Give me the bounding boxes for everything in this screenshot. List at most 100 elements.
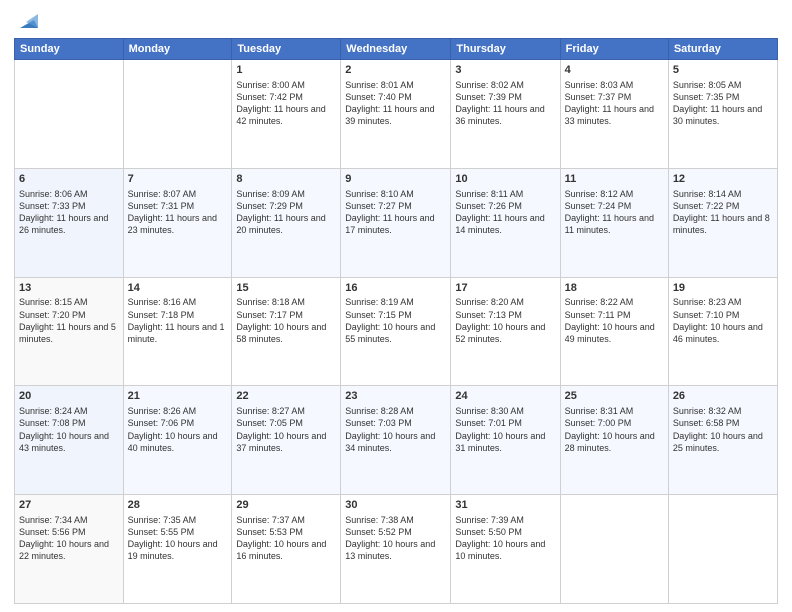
calendar-cell: 19Sunrise: 8:23 AMSunset: 7:10 PMDayligh… [668, 277, 777, 386]
day-number: 2 [345, 63, 446, 78]
calendar-header-tuesday: Tuesday [232, 39, 341, 60]
calendar-cell: 15Sunrise: 8:18 AMSunset: 7:17 PMDayligh… [232, 277, 341, 386]
calendar-cell: 20Sunrise: 8:24 AMSunset: 7:08 PMDayligh… [15, 386, 124, 495]
day-number: 10 [455, 172, 555, 187]
calendar-header-saturday: Saturday [668, 39, 777, 60]
day-info: Sunrise: 8:16 AMSunset: 7:18 PMDaylight:… [128, 296, 228, 345]
day-number: 29 [236, 498, 336, 513]
calendar-cell: 1Sunrise: 8:00 AMSunset: 7:42 PMDaylight… [232, 60, 341, 169]
day-number: 3 [455, 63, 555, 78]
calendar-cell: 6Sunrise: 8:06 AMSunset: 7:33 PMDaylight… [15, 168, 124, 277]
calendar-week-3: 13Sunrise: 8:15 AMSunset: 7:20 PMDayligh… [15, 277, 778, 386]
day-info: Sunrise: 8:15 AMSunset: 7:20 PMDaylight:… [19, 296, 119, 345]
day-info: Sunrise: 8:18 AMSunset: 7:17 PMDaylight:… [236, 296, 336, 345]
calendar-cell: 5Sunrise: 8:05 AMSunset: 7:35 PMDaylight… [668, 60, 777, 169]
day-number: 8 [236, 172, 336, 187]
day-number: 24 [455, 389, 555, 404]
day-info: Sunrise: 7:39 AMSunset: 5:50 PMDaylight:… [455, 514, 555, 563]
day-info: Sunrise: 8:02 AMSunset: 7:39 PMDaylight:… [455, 79, 555, 128]
day-number: 19 [673, 281, 773, 296]
calendar-cell: 26Sunrise: 8:32 AMSunset: 6:58 PMDayligh… [668, 386, 777, 495]
calendar-cell: 9Sunrise: 8:10 AMSunset: 7:27 PMDaylight… [341, 168, 451, 277]
day-info: Sunrise: 7:35 AMSunset: 5:55 PMDaylight:… [128, 514, 228, 563]
day-info: Sunrise: 8:23 AMSunset: 7:10 PMDaylight:… [673, 296, 773, 345]
calendar-header-friday: Friday [560, 39, 668, 60]
calendar-cell: 29Sunrise: 7:37 AMSunset: 5:53 PMDayligh… [232, 495, 341, 604]
day-info: Sunrise: 8:30 AMSunset: 7:01 PMDaylight:… [455, 405, 555, 454]
day-info: Sunrise: 8:19 AMSunset: 7:15 PMDaylight:… [345, 296, 446, 345]
calendar-cell: 25Sunrise: 8:31 AMSunset: 7:00 PMDayligh… [560, 386, 668, 495]
day-number: 9 [345, 172, 446, 187]
calendar-cell: 12Sunrise: 8:14 AMSunset: 7:22 PMDayligh… [668, 168, 777, 277]
day-number: 13 [19, 281, 119, 296]
calendar-cell: 3Sunrise: 8:02 AMSunset: 7:39 PMDaylight… [451, 60, 560, 169]
calendar-cell: 10Sunrise: 8:11 AMSunset: 7:26 PMDayligh… [451, 168, 560, 277]
day-number: 16 [345, 281, 446, 296]
day-number: 15 [236, 281, 336, 296]
logo-icon [16, 10, 38, 32]
day-info: Sunrise: 8:12 AMSunset: 7:24 PMDaylight:… [565, 188, 664, 237]
calendar-cell: 23Sunrise: 8:28 AMSunset: 7:03 PMDayligh… [341, 386, 451, 495]
day-number: 1 [236, 63, 336, 78]
day-info: Sunrise: 8:10 AMSunset: 7:27 PMDaylight:… [345, 188, 446, 237]
day-number: 11 [565, 172, 664, 187]
calendar-week-4: 20Sunrise: 8:24 AMSunset: 7:08 PMDayligh… [15, 386, 778, 495]
day-info: Sunrise: 8:01 AMSunset: 7:40 PMDaylight:… [345, 79, 446, 128]
day-number: 27 [19, 498, 119, 513]
day-number: 7 [128, 172, 228, 187]
calendar-cell [15, 60, 124, 169]
day-info: Sunrise: 8:03 AMSunset: 7:37 PMDaylight:… [565, 79, 664, 128]
day-info: Sunrise: 8:00 AMSunset: 7:42 PMDaylight:… [236, 79, 336, 128]
page: SundayMondayTuesdayWednesdayThursdayFrid… [0, 0, 792, 612]
calendar-table: SundayMondayTuesdayWednesdayThursdayFrid… [14, 38, 778, 604]
day-info: Sunrise: 7:37 AMSunset: 5:53 PMDaylight:… [236, 514, 336, 563]
day-number: 5 [673, 63, 773, 78]
calendar-cell: 8Sunrise: 8:09 AMSunset: 7:29 PMDaylight… [232, 168, 341, 277]
day-number: 17 [455, 281, 555, 296]
day-info: Sunrise: 8:22 AMSunset: 7:11 PMDaylight:… [565, 296, 664, 345]
calendar-cell: 27Sunrise: 7:34 AMSunset: 5:56 PMDayligh… [15, 495, 124, 604]
day-info: Sunrise: 8:14 AMSunset: 7:22 PMDaylight:… [673, 188, 773, 237]
day-info: Sunrise: 8:09 AMSunset: 7:29 PMDaylight:… [236, 188, 336, 237]
calendar-header-row: SundayMondayTuesdayWednesdayThursdayFrid… [15, 39, 778, 60]
day-info: Sunrise: 8:32 AMSunset: 6:58 PMDaylight:… [673, 405, 773, 454]
day-number: 28 [128, 498, 228, 513]
day-number: 12 [673, 172, 773, 187]
day-number: 23 [345, 389, 446, 404]
logo [14, 10, 38, 32]
calendar-cell: 7Sunrise: 8:07 AMSunset: 7:31 PMDaylight… [123, 168, 232, 277]
day-number: 21 [128, 389, 228, 404]
header [14, 10, 778, 32]
calendar-cell [123, 60, 232, 169]
day-info: Sunrise: 8:28 AMSunset: 7:03 PMDaylight:… [345, 405, 446, 454]
day-number: 14 [128, 281, 228, 296]
day-info: Sunrise: 8:11 AMSunset: 7:26 PMDaylight:… [455, 188, 555, 237]
calendar-cell: 4Sunrise: 8:03 AMSunset: 7:37 PMDaylight… [560, 60, 668, 169]
calendar-cell: 31Sunrise: 7:39 AMSunset: 5:50 PMDayligh… [451, 495, 560, 604]
calendar-cell: 14Sunrise: 8:16 AMSunset: 7:18 PMDayligh… [123, 277, 232, 386]
day-info: Sunrise: 8:27 AMSunset: 7:05 PMDaylight:… [236, 405, 336, 454]
calendar-week-2: 6Sunrise: 8:06 AMSunset: 7:33 PMDaylight… [15, 168, 778, 277]
calendar-cell: 24Sunrise: 8:30 AMSunset: 7:01 PMDayligh… [451, 386, 560, 495]
day-info: Sunrise: 8:05 AMSunset: 7:35 PMDaylight:… [673, 79, 773, 128]
day-info: Sunrise: 8:06 AMSunset: 7:33 PMDaylight:… [19, 188, 119, 237]
calendar-cell: 22Sunrise: 8:27 AMSunset: 7:05 PMDayligh… [232, 386, 341, 495]
calendar-cell: 2Sunrise: 8:01 AMSunset: 7:40 PMDaylight… [341, 60, 451, 169]
day-number: 30 [345, 498, 446, 513]
calendar-cell: 16Sunrise: 8:19 AMSunset: 7:15 PMDayligh… [341, 277, 451, 386]
day-info: Sunrise: 8:31 AMSunset: 7:00 PMDaylight:… [565, 405, 664, 454]
day-number: 6 [19, 172, 119, 187]
day-info: Sunrise: 7:34 AMSunset: 5:56 PMDaylight:… [19, 514, 119, 563]
calendar-header-thursday: Thursday [451, 39, 560, 60]
calendar-cell [560, 495, 668, 604]
day-number: 22 [236, 389, 336, 404]
calendar-header-sunday: Sunday [15, 39, 124, 60]
day-number: 25 [565, 389, 664, 404]
calendar-header-monday: Monday [123, 39, 232, 60]
calendar-cell [668, 495, 777, 604]
calendar-week-1: 1Sunrise: 8:00 AMSunset: 7:42 PMDaylight… [15, 60, 778, 169]
calendar-cell: 17Sunrise: 8:20 AMSunset: 7:13 PMDayligh… [451, 277, 560, 386]
calendar-week-5: 27Sunrise: 7:34 AMSunset: 5:56 PMDayligh… [15, 495, 778, 604]
day-info: Sunrise: 7:38 AMSunset: 5:52 PMDaylight:… [345, 514, 446, 563]
day-number: 18 [565, 281, 664, 296]
